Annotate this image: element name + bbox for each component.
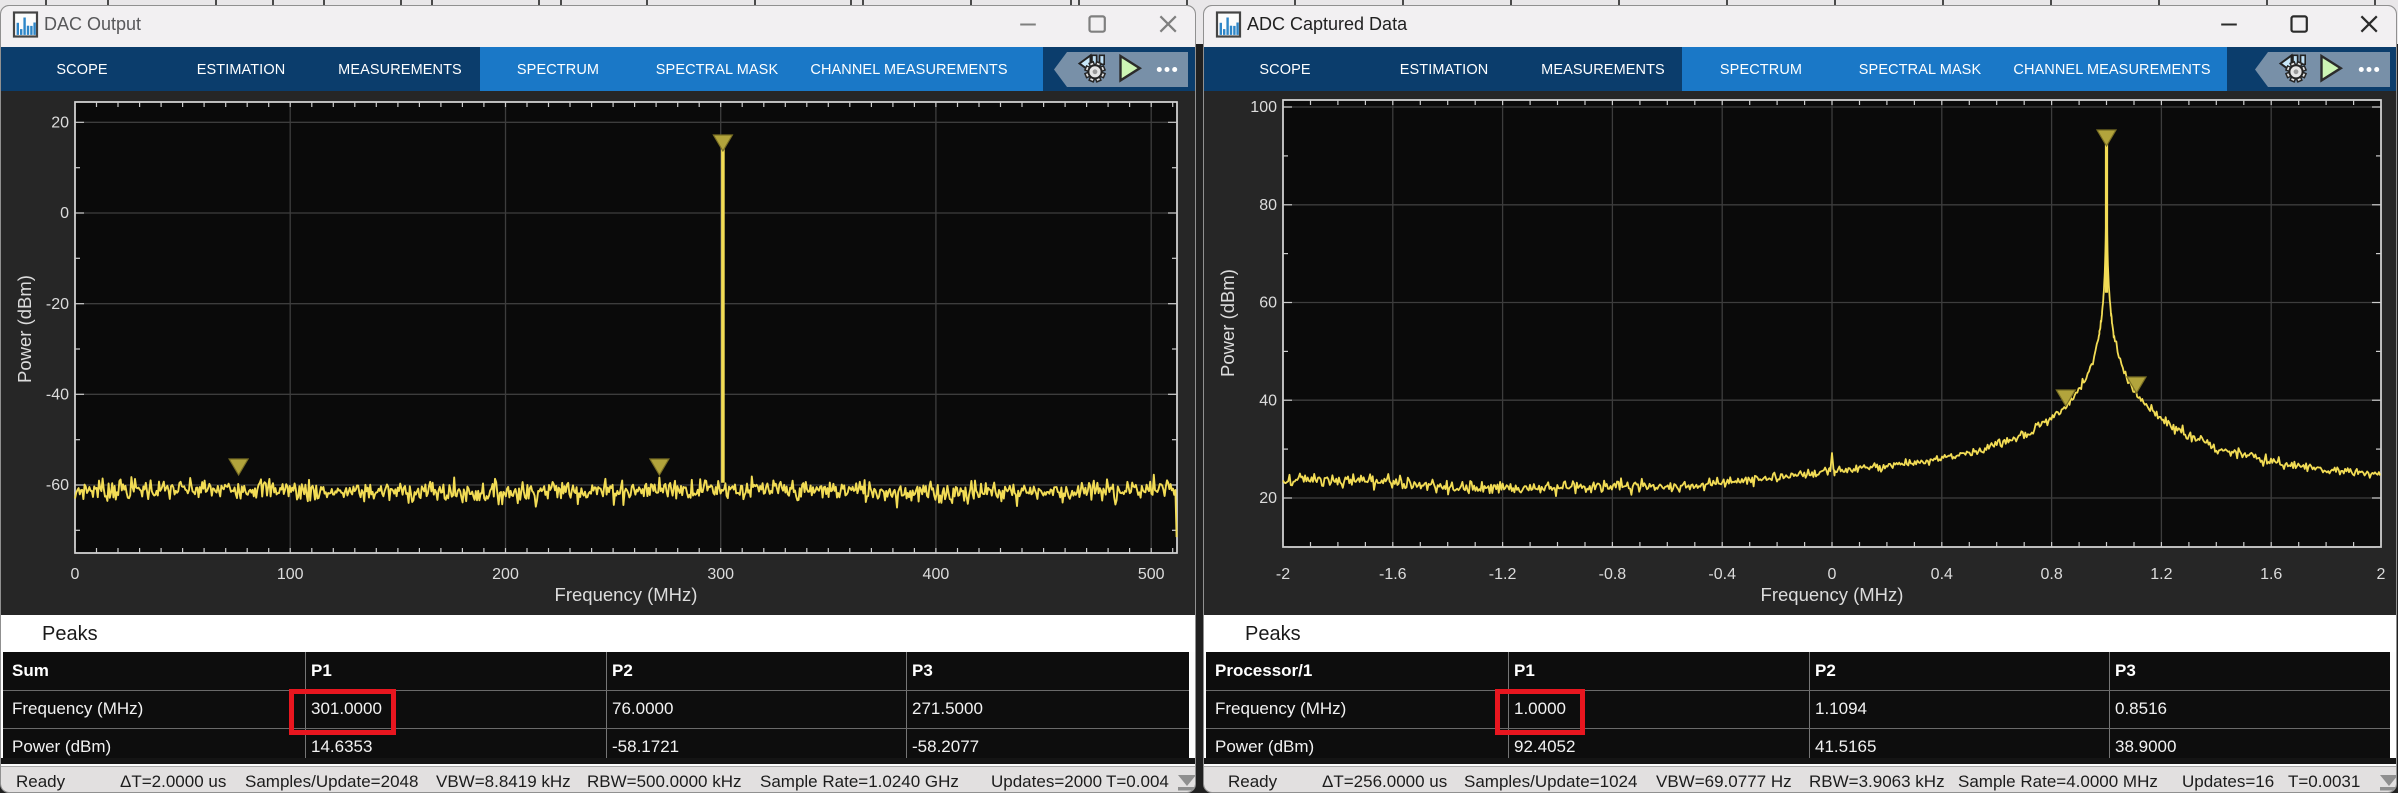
svg-text:-1.2: -1.2 bbox=[1489, 566, 1517, 583]
svg-text:1.6: 1.6 bbox=[2260, 566, 2282, 583]
svg-text:Power (dBm): Power (dBm) bbox=[1217, 269, 1238, 377]
svg-text:80: 80 bbox=[1259, 197, 1277, 214]
svg-text:-1.6: -1.6 bbox=[1379, 566, 1407, 583]
svg-text:0.4: 0.4 bbox=[1931, 566, 1953, 583]
svg-text:-0.4: -0.4 bbox=[1708, 566, 1736, 583]
svg-text:1.2: 1.2 bbox=[2150, 566, 2172, 583]
svg-text:0.8: 0.8 bbox=[2040, 566, 2062, 583]
svg-text:-2: -2 bbox=[1276, 566, 1290, 583]
svg-text:0: 0 bbox=[60, 205, 69, 222]
svg-text:0: 0 bbox=[1828, 566, 1837, 583]
svg-text:Power (dBm): Power (dBm) bbox=[14, 275, 35, 383]
svg-text:60: 60 bbox=[1259, 295, 1277, 312]
svg-text:2: 2 bbox=[2377, 566, 2386, 583]
svg-text:100: 100 bbox=[277, 566, 304, 583]
svg-text:0: 0 bbox=[71, 566, 80, 583]
svg-text:20: 20 bbox=[1259, 490, 1277, 507]
svg-text:Frequency (MHz): Frequency (MHz) bbox=[1761, 584, 1904, 605]
svg-text:40: 40 bbox=[1259, 392, 1277, 409]
svg-text:500: 500 bbox=[1138, 566, 1165, 583]
svg-text:-0.8: -0.8 bbox=[1599, 566, 1627, 583]
svg-text:20: 20 bbox=[51, 115, 69, 132]
svg-text:200: 200 bbox=[492, 566, 519, 583]
svg-text:Frequency (MHz): Frequency (MHz) bbox=[555, 584, 698, 605]
svg-text:-60: -60 bbox=[46, 477, 69, 494]
svg-text:400: 400 bbox=[923, 566, 950, 583]
svg-text:100: 100 bbox=[1250, 99, 1277, 116]
svg-text:-40: -40 bbox=[46, 387, 69, 404]
svg-text:-20: -20 bbox=[46, 296, 69, 313]
svg-text:300: 300 bbox=[707, 566, 734, 583]
